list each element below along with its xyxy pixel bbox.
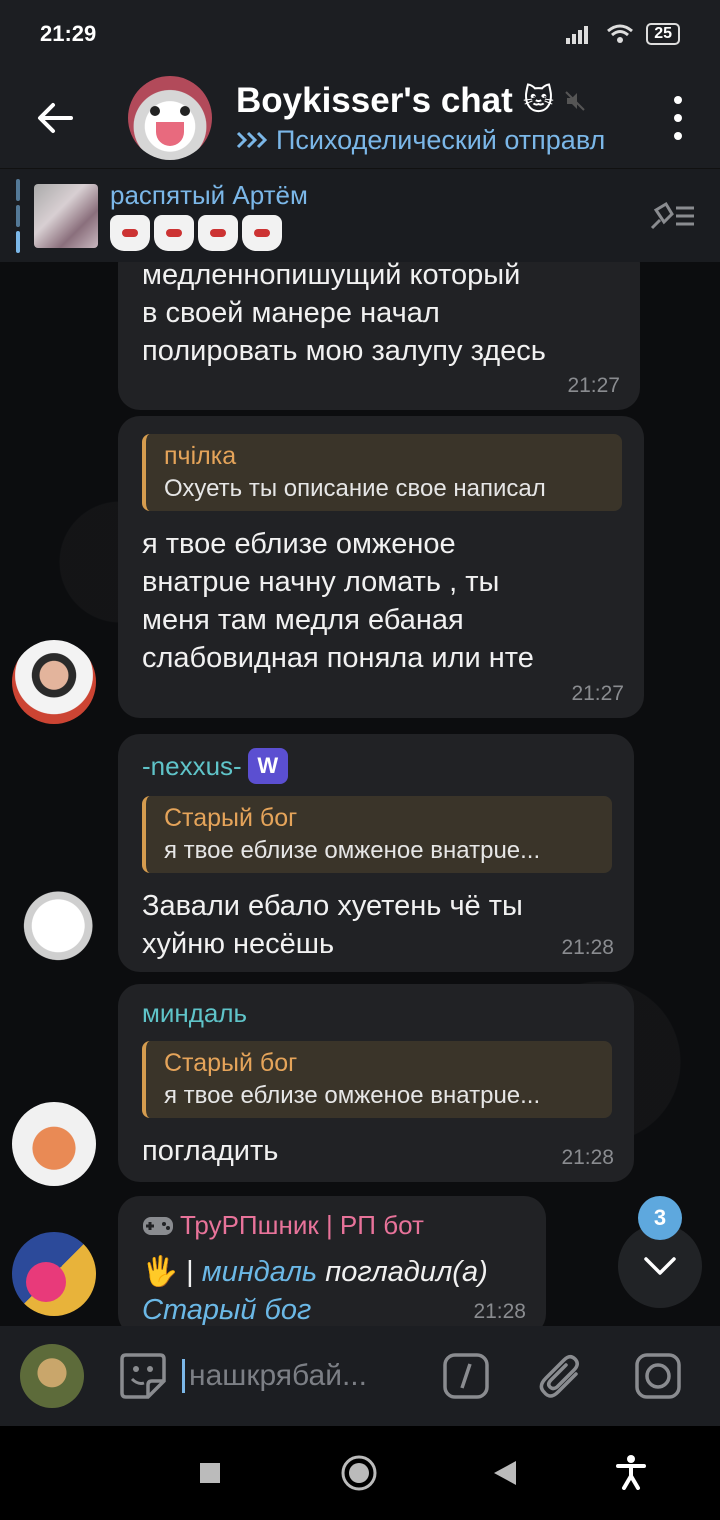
chat-avatar[interactable] [128,76,212,160]
video-message-button[interactable] [634,1352,682,1400]
reply-text: Охуеть ты описание свое написал [164,475,546,502]
reply-author: пчілка [164,442,237,470]
message-bubble[interactable]: -nexxus- W Старый бог я твое еблизе омже… [118,734,634,972]
message-text: медленнопишущий который в своей манере н… [142,262,546,367]
wifi-icon [607,24,634,43]
muted-icon [565,90,585,111]
sticker-smile-icon [120,1353,166,1399]
pin-position-indicator [16,178,20,253]
message-bubble[interactable]: пчілка Охуеть ты описание свое написал я… [118,416,644,718]
reply-preview[interactable]: Старый бог я твое еблизе омженое внатрue… [142,796,612,873]
paperclip-icon [539,1355,579,1398]
sender-avatar[interactable] [12,1232,96,1316]
chevron-down-icon [644,1257,676,1275]
slash-command-icon [443,1353,489,1399]
reply-author: Старый бог [164,804,298,832]
home-button[interactable] [340,1454,378,1492]
message-time: 21:27 [571,682,624,705]
battery-indicator: 25 [646,23,680,45]
back-button[interactable] [0,68,110,168]
reply-preview[interactable]: Старый бог я твое еблизе омженое внатрue… [142,1041,612,1118]
message-text: Завали ебало хуетень чё ты хуйню несёшь [142,890,523,960]
chat-header: Boykisser's chat 🐱 Психоделический отпра… [0,68,720,168]
cat-emoji: 🐱 [522,84,555,117]
chat-title: Boykisser's chat 🐱 [236,81,636,121]
message-text: 🖐 | миндаль погладил(а) Старый бог [142,1253,524,1326]
circle-home-icon [341,1455,377,1491]
accessibility-icon [616,1455,646,1490]
system-back-button[interactable] [492,1459,518,1487]
attach-button[interactable] [538,1352,582,1400]
message-time: 21:28 [473,1300,526,1323]
hand-emoji: 🖐 [142,1256,179,1288]
reply-text: я твое еблизе омженое внатрue... [164,1082,541,1109]
pinned-message-bar[interactable]: распятый Артём [0,168,720,262]
unread-count-badge: 3 [638,1196,682,1240]
sender-avatar[interactable] [12,888,96,972]
sender-avatar[interactable] [12,640,96,724]
pin-list-icon [650,201,694,229]
signal-icon [566,26,589,44]
status-bar: 21:29 25 [0,0,720,68]
status-time: 21:29 [40,21,97,46]
pinned-list-button[interactable] [648,200,696,232]
sender-badge-icon: W [247,748,288,784]
system-nav-bar [0,1426,720,1520]
message-text: погладить [142,1135,279,1167]
sender-name[interactable]: миндаль [142,998,612,1029]
reply-preview[interactable]: пчілка Охуеть ты описание свое написал [142,434,622,511]
bot-commands-button[interactable] [442,1352,490,1400]
gamepad-icon [143,1216,173,1235]
message-list[interactable]: медленнопишущий который в своей манере н… [0,262,720,1326]
typing-chevrons-icon [236,131,268,149]
message-input-bar: нашкрябай... [0,1326,720,1426]
mention-link[interactable]: Старый бог [142,1291,524,1326]
accessibility-button[interactable] [616,1454,646,1490]
pinned-author: распятый Артём [110,180,308,210]
sender-name[interactable]: ТруРПшник | РП бот [142,1210,524,1241]
mention-link[interactable]: миндаль [202,1256,317,1288]
message-text: я твое еблизе омженое внатрue начну лома… [142,528,534,674]
message-time: 21:28 [561,1146,614,1169]
message-time: 21:28 [561,936,614,959]
message-bubble[interactable]: ТруРПшник | РП бот 🖐 | миндаль погладил(… [118,1196,546,1326]
recents-button[interactable] [198,1461,222,1485]
status-icons: 25 [566,23,680,45]
message-bubble[interactable]: медленнопишущий который в своей манере н… [118,262,640,410]
send-as-avatar[interactable] [20,1344,84,1408]
message-time: 21:27 [567,374,620,397]
chat-info[interactable]: Boykisser's chat 🐱 Психоделический отпра… [236,81,636,156]
pinned-sticker-preview [110,215,308,251]
arrow-left-icon [38,103,73,133]
triangle-back-icon [494,1461,516,1485]
sender-name[interactable]: -nexxus- W [142,748,612,784]
camera-round-icon [635,1353,681,1399]
message-bubble[interactable]: миндаль Старый бог я твое еблизе омженое… [118,984,634,1182]
square-icon [200,1463,220,1483]
emoji-button[interactable] [118,1351,168,1401]
pinned-thumbnail [34,183,98,248]
more-menu-button[interactable] [666,96,690,140]
sender-avatar[interactable] [12,1102,96,1186]
reply-text: я твое еблизе омженое внатрue... [164,837,541,864]
chat-status: Психоделический отправл [236,125,636,156]
reply-author: Старый бог [164,1049,298,1077]
message-input[interactable]: нашкрябай... [182,1359,412,1393]
